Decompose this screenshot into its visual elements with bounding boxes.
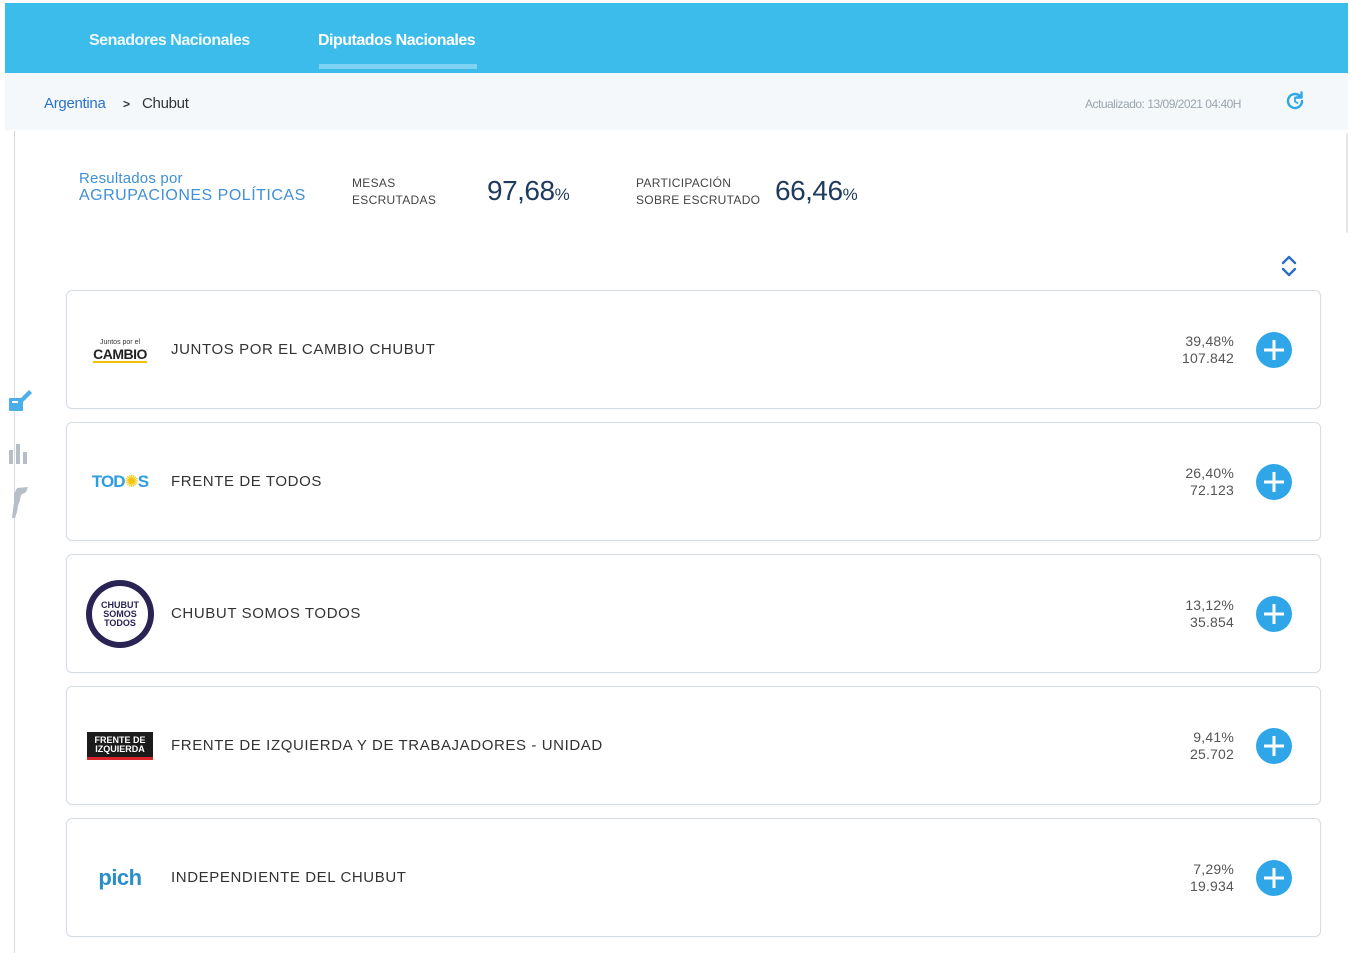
map-icon[interactable]	[5, 486, 35, 520]
participacion-label: PARTICIPACIÓN SOBRE ESCRUTADO	[636, 175, 760, 209]
cst-logo-line3: TODOS	[104, 617, 136, 628]
refresh-icon[interactable]	[1283, 89, 1307, 113]
party-logo-frente-de-izquierda: FRENTE DE IZQUIERDA	[83, 711, 157, 781]
fit-logo-line2: IZQUIERDA	[95, 743, 145, 754]
mesas-escrutadas-value: 97,68%	[487, 175, 570, 207]
participacion-label-line2: SOBRE ESCRUTADO	[636, 193, 761, 207]
party-votes: 25.702	[1189, 746, 1234, 762]
party-card-frente-de-todos[interactable]: TOD✺S FRENTE DE TODOS 26,40% 72.123	[66, 422, 1321, 541]
plus-icon[interactable]	[1256, 332, 1292, 368]
top-nav-bar: Senadores Nacionales Diputados Nacionale…	[5, 3, 1348, 73]
sun-icon: ✺	[124, 472, 138, 491]
party-logo-independiente-del-chubut: pich	[83, 843, 157, 913]
party-logo-frente-de-todos: TOD✺S	[83, 447, 157, 517]
results-by-party-label: Resultados por AGRUPACIONES POLÍTICAS	[79, 170, 306, 204]
scrollbar[interactable]	[1346, 133, 1348, 233]
mesas-value-percent-sign: %	[554, 185, 570, 204]
breadcrumb-current: Chubut	[142, 95, 189, 112]
mesas-value-number: 97,68	[487, 175, 555, 206]
party-name: FRENTE DE IZQUIERDA Y DE TRABAJADORES - …	[171, 737, 603, 754]
plus-icon[interactable]	[1256, 860, 1292, 896]
party-card-juntos-por-el-cambio[interactable]: Juntos por el CAMBIO JUNTOS POR EL CAMBI…	[66, 290, 1321, 409]
party-card-chubut-somos-todos[interactable]: CHUBUT SOMOS TODOS CHUBUT SOMOS TODOS 13…	[66, 554, 1321, 673]
party-votes: 19.934	[1189, 878, 1234, 894]
party-percent: 13,12%	[1185, 597, 1234, 613]
party-name: JUNTOS POR EL CAMBIO CHUBUT	[171, 341, 436, 358]
party-name: INDEPENDIENTE DEL CHUBUT	[171, 869, 407, 886]
participacion-value-number: 66,46	[775, 175, 843, 206]
party-votes: 72.123	[1189, 482, 1234, 498]
breadcrumb-separator: >	[123, 97, 130, 111]
participacion-label-line1: PARTICIPACIÓN	[636, 176, 732, 190]
mesas-label-line2: ESCRUTADAS	[352, 193, 437, 207]
party-percent: 39,48%	[1185, 333, 1234, 349]
participacion-value: 66,46%	[775, 175, 858, 207]
party-results: 13,12% 35.854	[1185, 597, 1234, 631]
breadcrumb-argentina[interactable]: Argentina	[44, 95, 106, 112]
fdt-logo-text-b: S	[137, 472, 149, 491]
breadcrumb-bar: Argentina > Chubut Actualizado: 13/09/202…	[5, 73, 1348, 130]
party-results: 9,41% 25.702	[1190, 729, 1234, 763]
party-name: CHUBUT SOMOS TODOS	[171, 605, 361, 622]
tab-diputados[interactable]: Diputados Nacionales	[318, 32, 476, 50]
mesas-label-line1: MESAS	[352, 176, 396, 190]
side-divider	[14, 131, 15, 953]
last-updated-label: Actualizado:	[1085, 97, 1145, 111]
party-results: 39,48% 107.842	[1182, 333, 1234, 367]
collapse-toggle-icon[interactable]	[1279, 253, 1299, 279]
bar-chart-icon[interactable]	[5, 436, 35, 470]
mesas-escrutadas-label: MESAS ESCRUTADAS	[352, 175, 436, 209]
plus-icon[interactable]	[1256, 728, 1292, 764]
ballot-icon[interactable]	[5, 383, 35, 417]
participacion-value-percent-sign: %	[842, 185, 858, 204]
results-label-line1: Resultados por	[79, 170, 183, 187]
last-updated: Actualizado: 13/09/2021 04:40H	[1082, 97, 1241, 111]
party-results: 7,29% 19.934	[1190, 861, 1234, 895]
plus-icon[interactable]	[1256, 464, 1292, 500]
party-results: 26,40% 72.123	[1185, 465, 1234, 499]
fdt-logo-text-a: TOD	[91, 472, 126, 491]
party-votes: 107.842	[1181, 350, 1234, 366]
party-percent: 26,40%	[1185, 465, 1234, 481]
results-label-line2: AGRUPACIONES POLÍTICAS	[79, 187, 306, 204]
active-tab-indicator	[319, 64, 477, 69]
party-percent: 9,41%	[1193, 729, 1234, 745]
app-frame: Senadores Nacionales Diputados Nacionale…	[5, 3, 1348, 953]
plus-icon[interactable]	[1256, 596, 1292, 632]
jxc-logo-main-text: CAMBIO	[93, 345, 147, 363]
pich-logo-text: pich	[98, 865, 142, 890]
party-card-frente-de-izquierda[interactable]: FRENTE DE IZQUIERDA FRENTE DE IZQUIERDA …	[66, 686, 1321, 805]
tab-senadores[interactable]: Senadores Nacionales	[89, 32, 250, 50]
party-logo-juntos-por-el-cambio: Juntos por el CAMBIO	[83, 315, 157, 385]
party-name: FRENTE DE TODOS	[171, 473, 322, 490]
party-percent: 7,29%	[1193, 861, 1234, 877]
last-updated-value: 13/09/2021 04:40H	[1147, 97, 1241, 111]
party-card-independiente-del-chubut[interactable]: pich INDEPENDIENTE DEL CHUBUT 7,29% 19.9…	[66, 818, 1321, 937]
party-logo-chubut-somos-todos: CHUBUT SOMOS TODOS	[83, 579, 157, 649]
party-votes: 35.854	[1189, 614, 1234, 630]
